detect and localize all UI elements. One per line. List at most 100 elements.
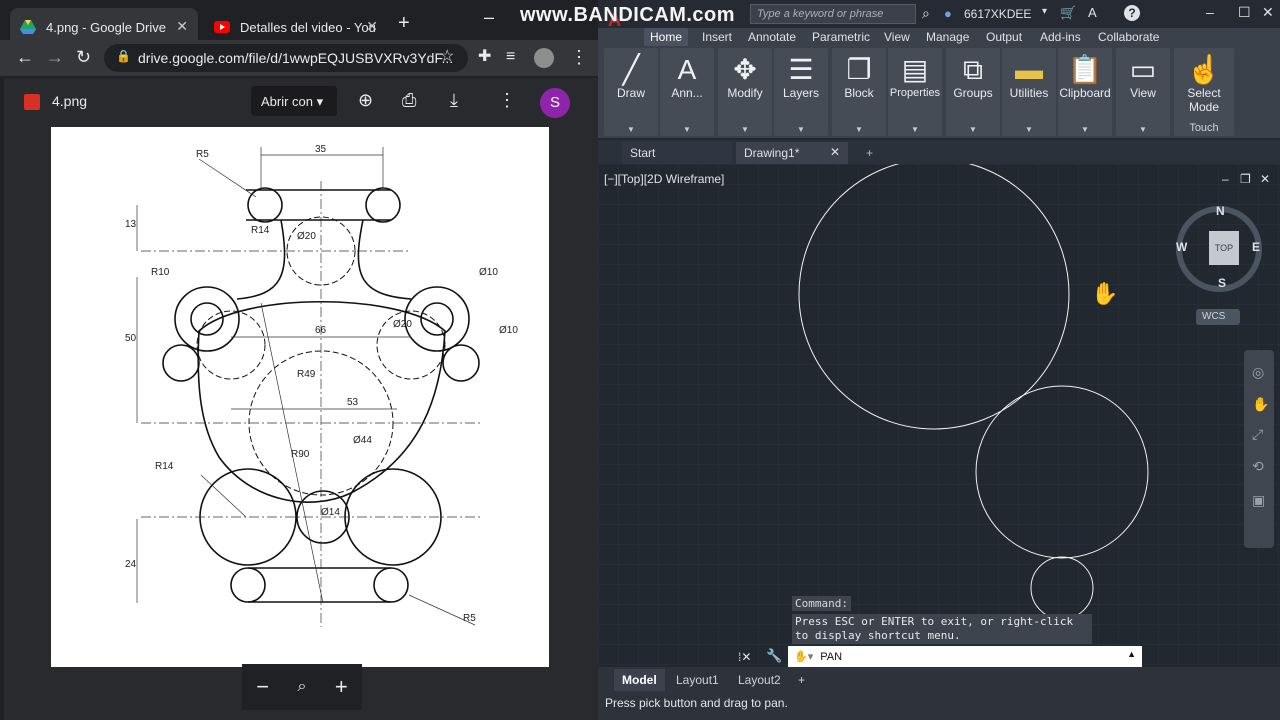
- chevron-down-icon: ▼: [911, 125, 919, 134]
- steering-wheel-icon[interactable]: ◎: [1252, 364, 1264, 381]
- close-icon[interactable]: ✕: [830, 145, 840, 159]
- ribbon-label: Layers: [782, 86, 820, 100]
- help-icon[interactable]: ?: [1124, 5, 1140, 21]
- autodesk-a360-icon[interactable]: A: [1088, 5, 1097, 20]
- chevron-down-icon: ▼: [741, 125, 749, 134]
- ribbon-label: Ann...: [671, 86, 703, 100]
- viewport-close-icon[interactable]: ✕: [1260, 172, 1270, 186]
- viewport-controls[interactable]: [−][Top][2D Wireframe]: [604, 172, 724, 186]
- more-options-icon[interactable]: ⋮: [498, 90, 516, 111]
- layout-tab-layout2[interactable]: Layout2: [730, 669, 789, 691]
- tab-collaborate[interactable]: Collaborate: [1092, 28, 1165, 46]
- select-mode-line2: Mode: [1188, 100, 1220, 114]
- command-grip-icon[interactable]: ⁞✕: [738, 650, 751, 664]
- wcs-menu[interactable]: WCS: [1196, 309, 1240, 325]
- command-history-toggle-icon[interactable]: ▲: [1127, 649, 1136, 659]
- ribbon-utilities-button[interactable]: ▬ Utilities ▼: [1002, 48, 1056, 136]
- drawing-canvas[interactable]: [−][Top][2D Wireframe] – ❐ ✕ ✋ TOP N S E…: [598, 164, 1280, 668]
- ribbon-layers-button[interactable]: ☰ Layers ▼: [774, 48, 828, 136]
- search-input[interactable]: Type a keyword or phrase: [750, 4, 916, 24]
- viewcube-top-face[interactable]: TOP: [1209, 231, 1239, 265]
- user-icon[interactable]: ●: [944, 6, 952, 21]
- tab-start[interactable]: Start: [622, 142, 732, 164]
- close-tab-icon[interactable]: ✕: [366, 18, 378, 35]
- ribbon-draw-button[interactable]: ╱ Draw ▼: [604, 48, 658, 136]
- ribbon-modify-button[interactable]: ✥ Modify ▼: [718, 48, 772, 136]
- customize-wrench-icon[interactable]: 🔧: [766, 648, 782, 664]
- add-to-drive-icon[interactable]: ⊕: [358, 90, 373, 111]
- zoom-extents-icon[interactable]: ⤢: [1252, 426, 1263, 443]
- pan-icon[interactable]: ✋: [1252, 396, 1269, 413]
- new-drawing-tab-button[interactable]: +: [858, 142, 881, 164]
- search-icon[interactable]: ⌕: [922, 5, 930, 22]
- minimize-icon[interactable]: –: [484, 8, 494, 26]
- bookmark-star-icon[interactable]: ☆: [440, 48, 454, 66]
- zoom-magnifier-icon[interactable]: ⌕: [298, 678, 307, 696]
- tab-drawing1[interactable]: Drawing1* ✕: [736, 142, 848, 164]
- back-arrow-icon[interactable]: ←: [16, 48, 34, 66]
- layout-tab-model[interactable]: Model: [614, 669, 665, 691]
- google-drive-icon: [20, 20, 36, 34]
- compass-north[interactable]: N: [1216, 204, 1225, 218]
- new-tab-button[interactable]: +: [398, 13, 410, 33]
- maximize-icon[interactable]: ☐: [1238, 4, 1251, 21]
- viewport-restore-icon[interactable]: ❐: [1240, 172, 1251, 186]
- dim-label: 24: [125, 559, 137, 570]
- tab-parametric[interactable]: Parametric: [806, 28, 876, 46]
- youtube-icon: [214, 21, 230, 33]
- forward-arrow-icon[interactable]: →: [46, 48, 64, 66]
- tab-annotate[interactable]: Annotate: [742, 28, 802, 46]
- chevron-down-icon[interactable]: ▾: [1042, 6, 1047, 17]
- user-name[interactable]: 6617XKDEE: [964, 7, 1031, 21]
- ribbon-annotation-button[interactable]: A Ann... ▼: [660, 48, 714, 136]
- ribbon-view-button[interactable]: ▭ View ▼: [1116, 48, 1170, 136]
- minimize-icon[interactable]: –: [1206, 4, 1214, 20]
- media-control-icon[interactable]: ≡: [506, 48, 515, 66]
- tab-add-ins[interactable]: Add-ins: [1034, 28, 1087, 46]
- ribbon-block-button[interactable]: ❐ Block ▼: [832, 48, 886, 136]
- ribbon-properties-button[interactable]: ▤ Properties ▼: [888, 48, 942, 136]
- dim-label: R10: [151, 267, 170, 278]
- tab-view[interactable]: View: [878, 28, 916, 46]
- tab-home[interactable]: Home: [644, 28, 689, 46]
- download-icon[interactable]: ⤓: [450, 90, 458, 111]
- autocad-window: Type a keyword or phrase ⌕ ● 6617XKDEE ▾…: [598, 0, 1280, 720]
- viewcube[interactable]: TOP N S E W: [1176, 204, 1262, 292]
- dim-label: R90: [291, 449, 310, 460]
- reload-icon[interactable]: ↻: [76, 48, 91, 66]
- more-menu-icon[interactable]: ⋮: [570, 48, 588, 66]
- dim-label: 13: [125, 219, 137, 230]
- viewport-minimize-icon[interactable]: –: [1222, 172, 1229, 186]
- dim-label: Ø20: [297, 231, 316, 242]
- print-icon[interactable]: ⎙: [402, 90, 416, 111]
- close-icon[interactable]: ✕: [1262, 4, 1274, 21]
- url-field[interactable]: 🔒 drive.google.com/file/d/1wwpEQJUSBVXRv…: [104, 44, 468, 72]
- compass-west[interactable]: W: [1176, 240, 1187, 254]
- compass-east[interactable]: E: [1252, 240, 1260, 254]
- tab-output[interactable]: Output: [980, 28, 1028, 46]
- close-tab-icon[interactable]: ✕: [176, 18, 188, 35]
- tab-insert[interactable]: Insert: [696, 28, 738, 46]
- compass-south[interactable]: S: [1218, 276, 1226, 290]
- tab-manage[interactable]: Manage: [920, 28, 975, 46]
- ribbon-clipboard-button[interactable]: 📋 Clipboard ▼: [1058, 48, 1112, 136]
- orbit-icon[interactable]: ⟲: [1252, 458, 1264, 475]
- avatar[interactable]: S: [540, 88, 570, 118]
- chevron-down-icon: ▼: [1139, 125, 1147, 134]
- open-with-button[interactable]: Abrir con ▾: [251, 86, 337, 116]
- zoom-in-button[interactable]: +: [335, 674, 348, 700]
- add-layout-button[interactable]: +: [790, 669, 813, 691]
- layers-icon: ☰: [788, 54, 814, 85]
- layout-tab-layout1[interactable]: Layout1: [668, 669, 727, 691]
- showmotion-icon[interactable]: ▣: [1252, 492, 1265, 509]
- select-mode-button[interactable]: ☝ Select Mode Touch: [1174, 48, 1234, 136]
- tab-title: Detalles del video - YouTube: [240, 19, 376, 35]
- cart-icon[interactable]: 🛒: [1060, 5, 1076, 21]
- extensions-icon[interactable]: ✚: [478, 48, 491, 66]
- profile-avatar[interactable]: [534, 48, 554, 68]
- dim-label: R49: [297, 369, 316, 380]
- tab-title: 4.png - Google Drive: [46, 19, 166, 35]
- ribbon-groups-button[interactable]: ⧉ Groups ▼: [946, 48, 1000, 136]
- command-line-input[interactable]: ✋▾ PAN ▲: [788, 646, 1142, 668]
- zoom-out-button[interactable]: −: [256, 674, 269, 700]
